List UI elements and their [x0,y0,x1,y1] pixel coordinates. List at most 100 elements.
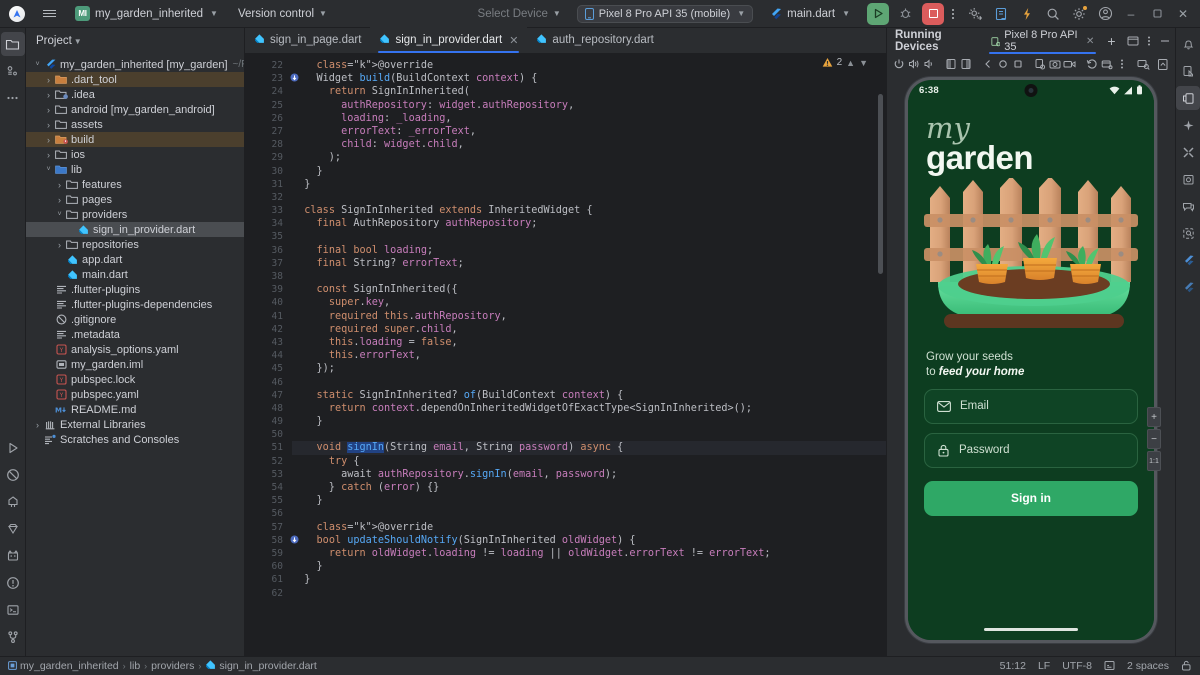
tree-item-app-dart[interactable]: app.dart [26,252,244,267]
notifications-icon[interactable] [1176,32,1200,56]
overview-icon[interactable] [1010,56,1025,73]
tree-item-pages[interactable]: › pages [26,192,244,207]
chevron-right-icon[interactable]: › [43,150,54,160]
chevron-right-icon[interactable]: › [54,180,65,190]
email-field[interactable]: Email [924,388,1138,424]
tree-item-scratches-and-consoles[interactable]: Scratches and Consoles [26,432,244,447]
search-icon[interactable] [1040,2,1066,26]
code-line[interactable]: final AuthRepository authRepository; [292,217,886,230]
terminal-icon[interactable] [1,598,25,622]
code-line[interactable]: } [292,178,886,191]
code-line[interactable]: authRepository: widget.authRepository, [292,99,886,112]
ai-assistant-icon[interactable] [1176,113,1200,137]
close-tab-icon[interactable]: ✕ [509,34,518,47]
chevron-right-icon[interactable]: › [43,135,54,145]
device-mirror[interactable]: 6:38 my garden Grow your seeds to feed y… [887,74,1175,656]
layout-settings-icon[interactable] [1127,33,1140,50]
chat-icon[interactable] [1176,194,1200,218]
code-line[interactable] [292,270,886,283]
code-line[interactable]: return SignInInherited( [292,85,886,98]
breadcrumb-item[interactable]: sign_in_provider.dart [205,659,317,673]
screenshot-file-icon[interactable] [1032,56,1047,73]
code-line[interactable] [292,507,886,520]
breadcrumb[interactable]: my_garden_inherited › lib › providers › sign_i… [8,659,317,673]
volume-up-icon[interactable] [906,56,921,73]
code-line[interactable]: } [292,573,886,586]
editor-tab-sign_in_provider-dart[interactable]: sign_in_provider.dart ✕ [370,27,528,53]
debug-button[interactable] [894,3,916,25]
code-line[interactable]: bool updateShouldNotify(SignInInherited … [292,534,886,547]
home-icon[interactable] [995,56,1010,73]
code-line[interactable]: class="k">@override [292,521,886,534]
run-configuration-selector[interactable]: Pixel 8 Pro API 35 (mobile) ▼ [576,4,754,23]
inspect-icon[interactable] [1136,56,1151,73]
code-line[interactable]: final bool loading; [292,244,886,257]
sidebar-more-icon[interactable] [1,86,25,110]
power-icon[interactable] [891,56,906,73]
flutter-inspector-icon[interactable] [1,490,25,514]
phone-screen[interactable]: 6:38 my garden Grow your seeds to feed y… [908,80,1154,640]
tree-item-main-dart[interactable]: main.dart [26,267,244,282]
prev-problem-icon[interactable]: ▲ [846,58,855,68]
flutter-perf-icon[interactable] [1176,275,1200,299]
chevron-right-icon[interactable]: › [43,75,54,85]
device-tab[interactable]: Pixel 8 Pro API 35 ✕ [986,28,1100,54]
chevron-right-icon[interactable]: › [43,90,54,100]
code-line[interactable] [292,428,886,441]
more-actions-button[interactable] [944,3,962,25]
tree-item-pubspec-lock[interactable]: Ypubspec.lock [26,372,244,387]
code-line[interactable]: await authRepository.signIn(email, passw… [292,468,886,481]
volume-down-icon[interactable] [921,56,936,73]
code-line[interactable]: ); [292,151,886,164]
flash-icon[interactable] [1014,2,1040,26]
chevron-down-icon[interactable]: ˅ [43,166,54,173]
branch-icon[interactable] [1,625,25,649]
tree-item-external-libraries[interactable]: › External Libraries [26,417,244,432]
code-line[interactable]: return oldWidget.loading != loading || o… [292,547,886,560]
code-line[interactable]: required this.authRepository, [292,310,886,323]
editor-tab-auth_repository-dart[interactable]: auth_repository.dart [527,27,662,53]
code-line[interactable]: class SignInInherited extends InheritedW… [292,204,886,217]
main-menu-button[interactable] [34,8,64,19]
project-tree[interactable]: ˅ my_garden_inherited [my_garden] ~/Flutte… [26,54,244,656]
tree-item--flutter-plugins-dependencies[interactable]: .flutter-plugins-dependencies [26,297,244,312]
tree-item--gitignore[interactable]: .gitignore [26,312,244,327]
run-target-selector[interactable]: main.dart ▼ [763,6,857,22]
chevron-right-icon[interactable]: › [54,240,65,250]
password-field[interactable]: Password [924,432,1138,468]
tree-item-pubspec-yaml[interactable]: Ypubspec.yaml [26,387,244,402]
editor-tab-sign_in_page-dart[interactable]: sign_in_page.dart [245,27,370,53]
account-icon[interactable] [1092,2,1118,26]
tree-item-features[interactable]: › features [26,177,244,192]
tree-item-analysis-options-yaml[interactable]: Yanalysis_options.yaml [26,342,244,357]
code-line[interactable]: return context.dependOnInheritedWidgetOf… [292,402,886,415]
chevron-right-icon[interactable]: › [54,195,65,205]
stop-button[interactable] [922,2,944,25]
rotate-left-icon[interactable] [943,56,958,73]
code-line[interactable]: class="k">@override [292,59,886,72]
code-line[interactable]: } [292,494,886,507]
code-line[interactable]: super.key, [292,296,886,309]
lock-icon[interactable] [1181,660,1192,673]
code-line[interactable]: required super.child, [292,323,886,336]
editor-scrollbar[interactable] [878,94,883,274]
tree-item-ios[interactable]: › ios [26,147,244,162]
code-line[interactable]: try { [292,455,886,468]
code-content[interactable]: class="k">@override Widget build(BuildCo… [287,54,886,656]
history-icon[interactable] [1084,56,1099,73]
problems-icon[interactable] [1,571,25,595]
chevron-right-icon[interactable]: › [32,420,43,430]
running-devices-icon[interactable] [1176,86,1200,110]
flutter-outline-icon[interactable] [1176,248,1200,272]
chevron-down-icon[interactable]: ˅ [32,61,43,68]
code-line[interactable]: } [292,165,886,178]
code-line[interactable]: void signIn(String email, String passwor… [292,441,886,455]
code-line[interactable]: } catch (error) {} [292,481,886,494]
diamond-icon[interactable] [1,517,25,541]
tree-item-build[interactable]: › build [26,132,244,147]
window-minimize-button[interactable]: – [1118,2,1144,26]
run-tool-icon[interactable] [1,436,25,460]
editor-tabs[interactable]: sign_in_page.dart sign_in_provider.dart ✕ a… [245,27,886,54]
chevron-right-icon[interactable]: › [43,105,54,115]
rotate-right-icon[interactable] [958,56,973,73]
